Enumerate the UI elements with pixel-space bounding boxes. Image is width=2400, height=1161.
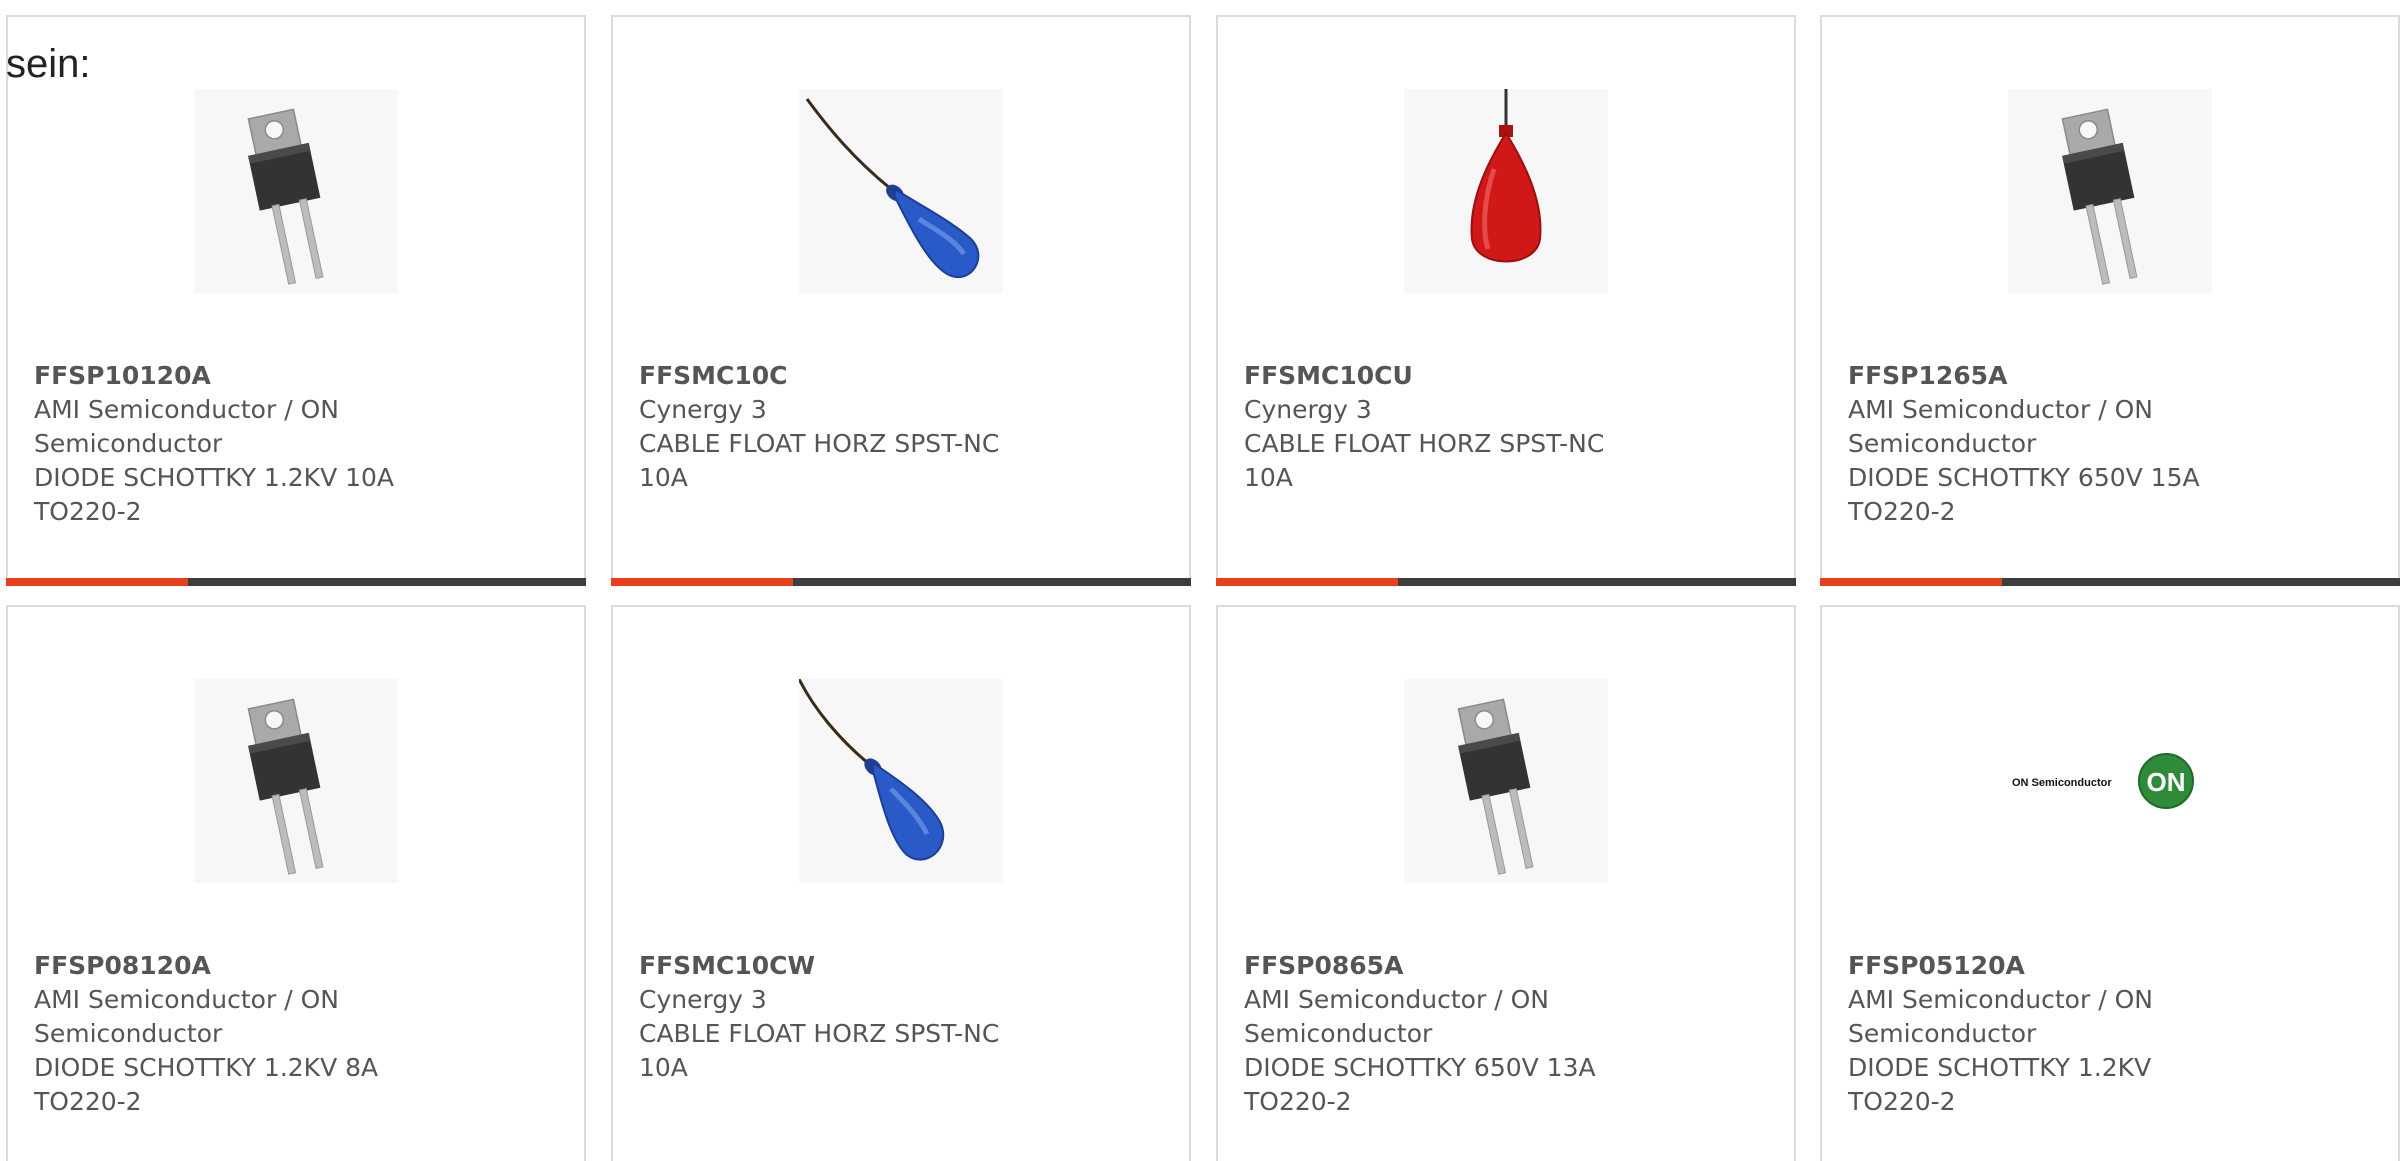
description-text: DIODE SCHOTTKY 1.2KV 10A TO220-2 <box>34 463 395 526</box>
on-semiconductor-logo-image[interactable]: ON Semiconductor ON <box>2008 679 2212 883</box>
on-logo-wordmark: ON Semiconductor <box>2012 777 2112 789</box>
to220-diode-image[interactable] <box>2008 89 2212 293</box>
part-number-link[interactable]: FFSP1265A <box>1848 359 2248 393</box>
description-text: CABLE FLOAT HORZ SPST-NC 10A <box>639 1019 1000 1082</box>
card-accent-bar <box>611 578 793 586</box>
blue-float-switch-image[interactable] <box>799 679 1003 883</box>
product-info: FFSMC10CU Cynergy 3 CABLE FLOAT HORZ SPS… <box>1244 359 1644 495</box>
card-accent-bar <box>1216 578 1398 586</box>
part-number-link[interactable]: FFSMC10CU <box>1244 359 1644 393</box>
product-card[interactable]: FFSP08120A AMI Semiconductor / ON Semico… <box>6 605 586 1161</box>
product-info: FFSP10120A AMI Semiconductor / ON Semico… <box>34 359 434 529</box>
product-info: FFSP05120A AMI Semiconductor / ON Semico… <box>1848 949 2248 1119</box>
part-number-link[interactable]: FFSMC10C <box>639 359 1039 393</box>
product-info: FFSMC10CW Cynergy 3 CABLE FLOAT HORZ SPS… <box>639 949 1039 1085</box>
manufacturer-text: AMI Semiconductor / ON Semiconductor <box>34 985 339 1048</box>
part-number-link[interactable]: FFSP05120A <box>1848 949 2248 983</box>
description-text: DIODE SCHOTTKY 1.2KV TO220-2 <box>1848 1053 2152 1116</box>
card-bottom-bar <box>611 578 1191 586</box>
product-card[interactable]: ON Semiconductor ON FFSP05120A AMI Semic… <box>1820 605 2400 1161</box>
on-logo-badge: ON <box>2147 767 2186 797</box>
manufacturer-text: Cynergy 3 <box>639 395 767 424</box>
description-text: CABLE FLOAT HORZ SPST-NC 10A <box>1244 429 1605 492</box>
red-float-switch-image[interactable] <box>1404 89 1608 293</box>
manufacturer-text: Cynergy 3 <box>1244 395 1372 424</box>
description-text: DIODE SCHOTTKY 1.2KV 8A TO220-2 <box>34 1053 379 1116</box>
description-text: DIODE SCHOTTKY 650V 15A TO220-2 <box>1848 463 2200 526</box>
to220-diode-image[interactable] <box>1404 679 1608 883</box>
product-card[interactable]: FFSP0865A AMI Semiconductor / ON Semicon… <box>1216 605 1796 1161</box>
intro-text: sein: <box>6 42 91 86</box>
manufacturer-text: AMI Semiconductor / ON Semiconductor <box>1848 395 2153 458</box>
description-text: DIODE SCHOTTKY 650V 13A TO220-2 <box>1244 1053 1596 1116</box>
to220-diode-image[interactable] <box>194 89 398 293</box>
product-card[interactable]: FFSMC10CW Cynergy 3 CABLE FLOAT HORZ SPS… <box>611 605 1191 1161</box>
product-grid-page: sein: FFSP10120A AMI Semiconductor / ON … <box>0 0 2400 1161</box>
part-number-link[interactable]: FFSP0865A <box>1244 949 1644 983</box>
part-number-link[interactable]: FFSP10120A <box>34 359 434 393</box>
card-bottom-bar <box>1216 578 1796 586</box>
product-info: FFSP1265A AMI Semiconductor / ON Semicon… <box>1848 359 2248 529</box>
manufacturer-text: AMI Semiconductor / ON Semiconductor <box>1244 985 1549 1048</box>
manufacturer-text: AMI Semiconductor / ON Semiconductor <box>1848 985 2153 1048</box>
to220-diode-image[interactable] <box>194 679 398 883</box>
product-info: FFSMC10C Cynergy 3 CABLE FLOAT HORZ SPST… <box>639 359 1039 495</box>
product-card[interactable]: FFSMC10C Cynergy 3 CABLE FLOAT HORZ SPST… <box>611 15 1191 586</box>
card-accent-bar <box>6 578 188 586</box>
card-bottom-bar <box>1820 578 2400 586</box>
product-info: FFSP0865A AMI Semiconductor / ON Semicon… <box>1244 949 1644 1119</box>
manufacturer-text: AMI Semiconductor / ON Semiconductor <box>34 395 339 458</box>
product-card[interactable]: FFSMC10CU Cynergy 3 CABLE FLOAT HORZ SPS… <box>1216 15 1796 586</box>
part-number-link[interactable]: FFSP08120A <box>34 949 434 983</box>
manufacturer-text: Cynergy 3 <box>639 985 767 1014</box>
product-info: FFSP08120A AMI Semiconductor / ON Semico… <box>34 949 434 1119</box>
part-number-link[interactable]: FFSMC10CW <box>639 949 1039 983</box>
product-card[interactable]: FFSP1265A AMI Semiconductor / ON Semicon… <box>1820 15 2400 586</box>
blue-float-switch-image[interactable] <box>799 89 1003 293</box>
card-bottom-bar <box>6 578 586 586</box>
product-card[interactable]: FFSP10120A AMI Semiconductor / ON Semico… <box>6 15 586 586</box>
description-text: CABLE FLOAT HORZ SPST-NC 10A <box>639 429 1000 492</box>
card-accent-bar <box>1820 578 2002 586</box>
